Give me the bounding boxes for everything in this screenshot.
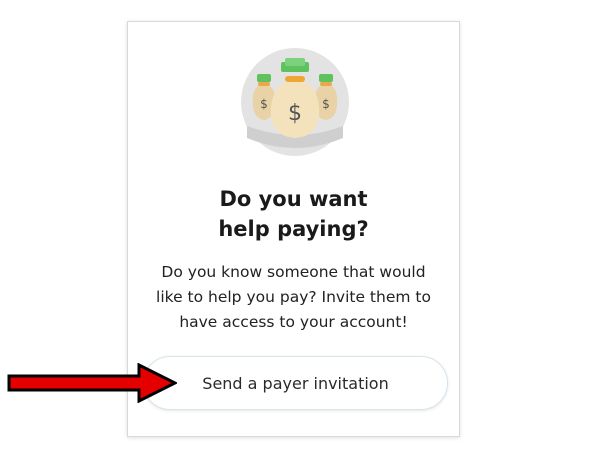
card-title: Do you want help paying? xyxy=(128,184,459,244)
red-arrow-icon xyxy=(7,363,177,403)
card-title-line-1: Do you want xyxy=(219,187,368,211)
svg-text:$: $ xyxy=(260,97,268,111)
description-line-3: have access to your account! xyxy=(179,313,408,331)
svg-text:$: $ xyxy=(288,101,302,126)
card-title-line-2: help paying? xyxy=(218,217,369,241)
description-line-2: like to help you pay? Invite them to xyxy=(156,288,431,306)
money-bags-icon: $ $ $ xyxy=(241,48,349,156)
card-description: Do you know someone that would like to h… xyxy=(138,260,449,335)
send-payer-invitation-label: Send a payer invitation xyxy=(202,373,389,393)
send-payer-invitation-button[interactable]: Send a payer invitation xyxy=(143,356,448,410)
svg-text:$: $ xyxy=(322,97,330,111)
description-line-1: Do you know someone that would xyxy=(161,263,426,281)
